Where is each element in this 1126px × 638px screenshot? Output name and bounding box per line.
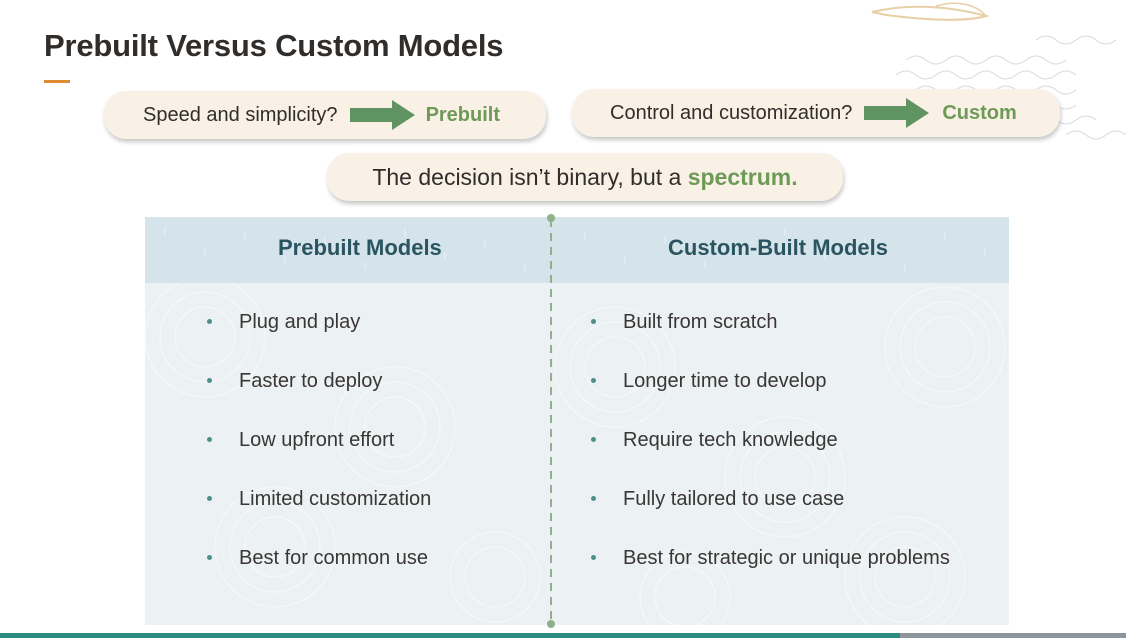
bullet-dot-icon [591,319,596,324]
list-item-text: Best for strategic or unique problems [623,547,950,569]
custom-built-models-heading: Custom-Built Models [668,235,888,260]
speed-answer-text: Prebuilt [425,103,501,126]
speed-question-pill: Speed and simplicity? Prebuilt [104,91,546,139]
list-item-text: Limited customization [239,488,432,510]
control-question-text: Control and customization? [610,101,853,124]
list-item-text: Best for common use [239,547,428,569]
spectrum-statement: The decision isn’t binary, but a spectru… [372,164,797,191]
bullet-dot-icon [591,437,596,442]
spectrum-statement-pill: The decision isn’t binary, but a spectru… [327,153,843,201]
prebuilt-models-heading: Prebuilt Models [278,235,442,260]
list-item-text: Longer time to develop [623,370,827,392]
bullet-dot-icon [591,378,596,383]
arrow-right-icon [864,98,930,128]
table-header-band: Prebuilt Models Custom-Built Models [145,217,1009,283]
slide-title: Prebuilt Versus Custom Models [44,28,504,63]
arrow-right-icon [349,100,415,130]
spectrum-statement-text: The decision isn’t binary, but a [372,163,688,190]
list-item-text: Built from scratch [623,311,778,333]
list-item-text: Require tech knowledge [623,429,838,451]
comparison-table: Prebuilt Models Custom-Built Models Plug… [145,214,1009,628]
spectrum-highlight-word: spectrum. [687,163,798,190]
list-item-text: Fully tailored to use case [623,488,845,510]
control-question-pill: Control and customization? Custom [572,89,1060,137]
title-accent-underline [44,80,70,83]
bottom-accent-bar-gray [900,633,1126,638]
list-item-text: Faster to deploy [239,370,383,392]
control-answer-text: Custom [942,101,1017,124]
bullet-dot-icon [207,319,212,324]
bullet-dot-icon [207,555,212,560]
bullet-dot-icon [591,555,596,560]
list-item-text: Low upfront effort [239,429,395,451]
list-item-text: Plug and play [239,311,361,333]
bullet-dot-icon [591,496,596,501]
bullet-dot-icon [207,496,212,501]
bullet-dot-icon [207,437,212,442]
column-divider [547,214,555,628]
speed-question-text: Speed and simplicity? [143,103,338,126]
bullet-dot-icon [207,378,212,383]
